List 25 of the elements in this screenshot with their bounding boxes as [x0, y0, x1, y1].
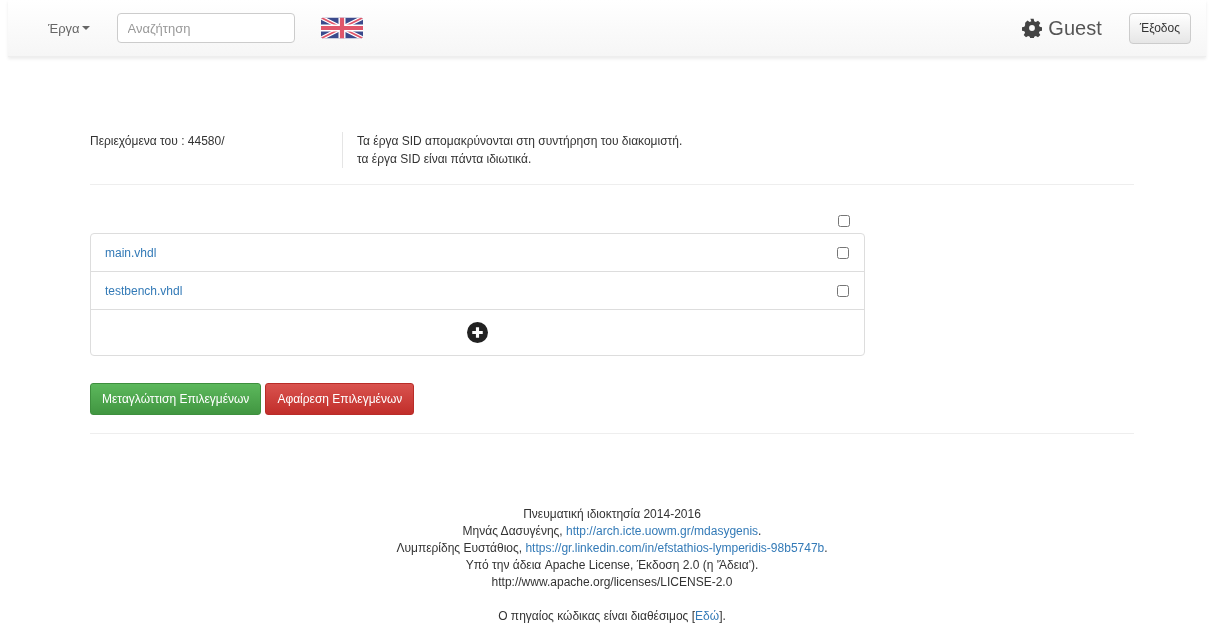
- note-text: Τα έργα SID απομακρύνονται στη συντήρηση του διακομιστή.: [357, 133, 683, 150]
- folder-path: Περιεχόμενα του : 44580/: [90, 133, 226, 150]
- remove-button[interactable]: Αφαίρεση Επιλεγμένων: [265, 383, 415, 415]
- search-field[interactable]: Αναζήτηση: [116, 13, 295, 43]
- footer-line: Υπό την άδεια Apache License, Έκδοση 2.0 (η 'Άδεια').: [464, 557, 760, 574]
- select-all-checkbox[interactable]: [838, 215, 850, 227]
- footer-line: Πνευματική ιδιοκτησία 2014-2016: [522, 506, 702, 523]
- file-link[interactable]: main.vhdl: [105, 245, 157, 260]
- footer-line: Λυμπερίδης Ευστάθιος, https://gr.linkedin.com/in/efstathios-lymperidis-98b5747b.: [395, 540, 829, 557]
- uk-flag-icon[interactable]: [320, 15, 363, 41]
- file-checkbox[interactable]: [837, 246, 849, 259]
- compile-button[interactable]: Μεταγλώττιση Επιλεγμένων: [90, 383, 262, 415]
- footer-line: Ο πηγαίος κώδικας είναι διαθέσιμος [Εδώ].: [497, 608, 727, 625]
- add-icon[interactable]: [467, 322, 488, 343]
- file-checkbox[interactable]: [837, 284, 849, 297]
- logout-button[interactable]: Έξοδος: [1128, 12, 1191, 44]
- projects-menu[interactable]: Έργα: [48, 20, 90, 36]
- settings-icon[interactable]: [1022, 18, 1043, 38]
- footer-line: http://www.apache.org/licenses/LICENSE-2.0: [490, 574, 734, 591]
- footer-line: Μηνάς Δασυγένης, http://arch.icte.uowm.gr/mdasygenis.: [461, 523, 763, 540]
- file-link[interactable]: testbench.vhdl: [105, 283, 183, 298]
- caret-icon: [81, 26, 90, 30]
- user-name[interactable]: Guest: [1048, 16, 1102, 40]
- link[interactable]: Εδώ: [695, 609, 720, 623]
- note-text: τα έργα SID είναι πάντα ιδιωτικά.: [357, 151, 533, 168]
